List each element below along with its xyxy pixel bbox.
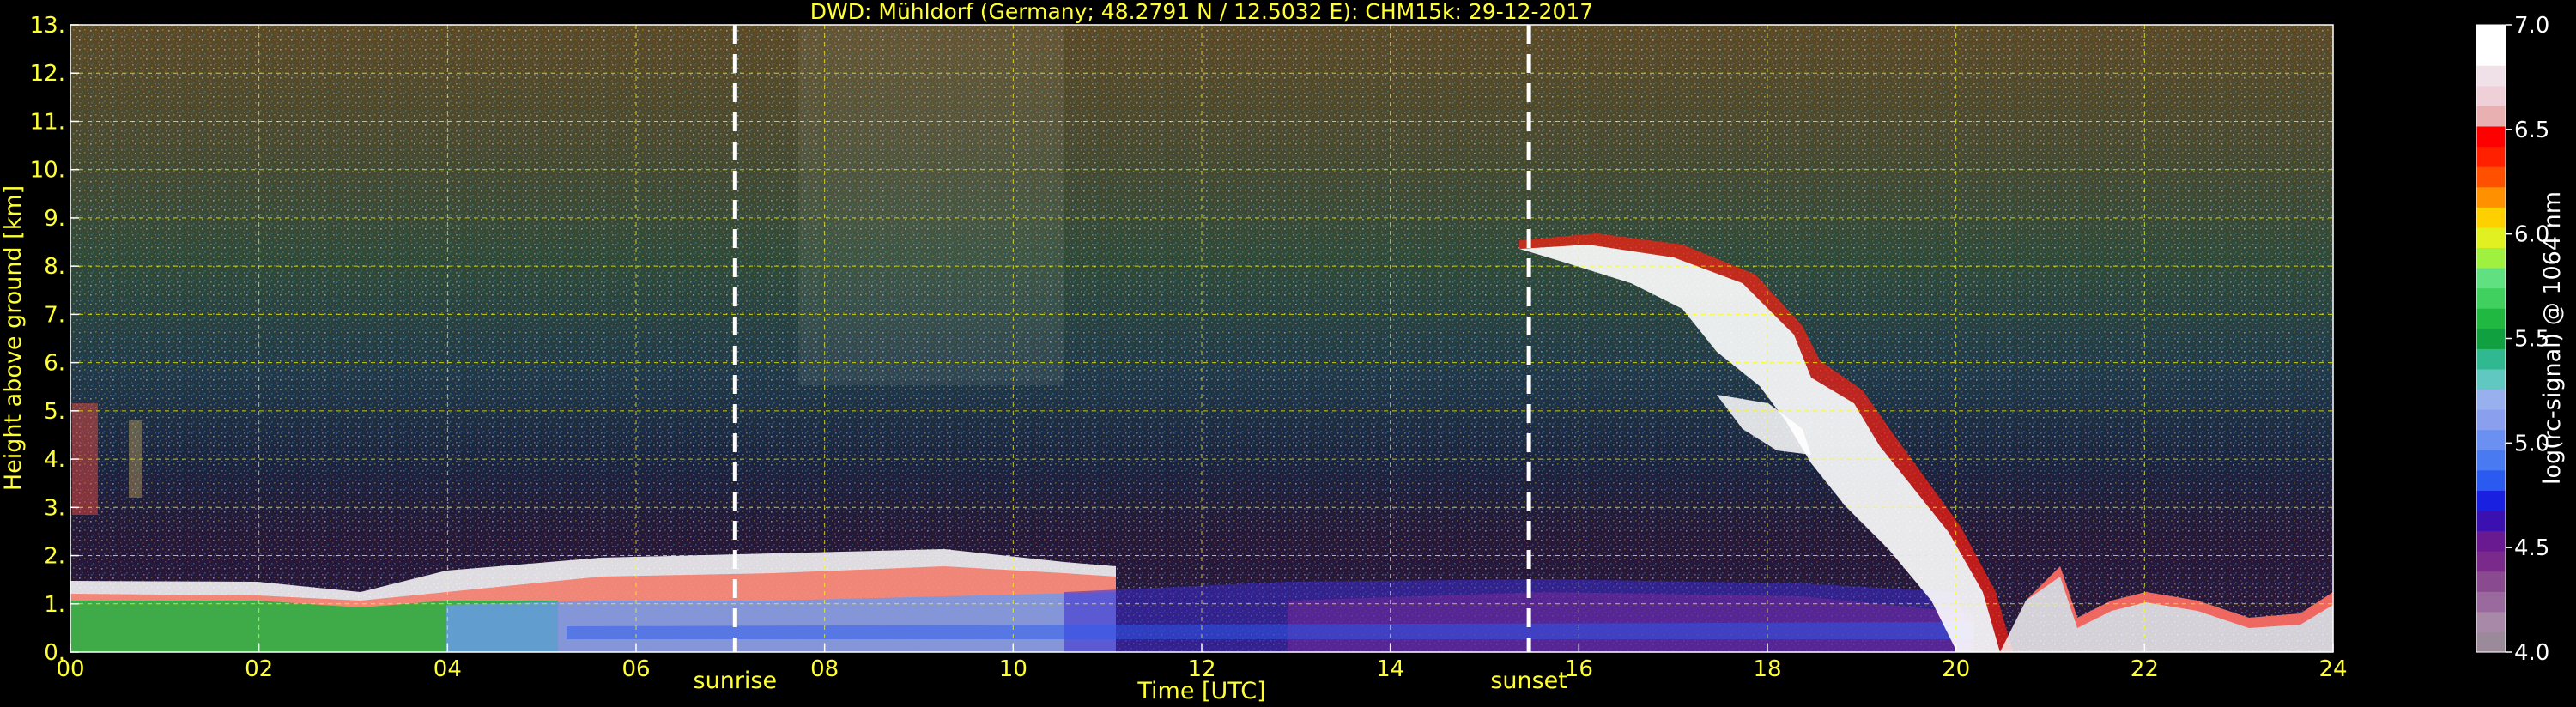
- chart-title: DWD: Mühldorf (Germany; 48.2791 N / 12.5…: [810, 0, 1593, 24]
- colorbar-segment: [2476, 571, 2506, 592]
- y-tick-label: 11.: [30, 109, 65, 135]
- y-tick-label: 10.: [30, 158, 65, 184]
- colorbar-segment: [2476, 591, 2506, 613]
- colorbar-label: log(rc-signal) @ 1064 nm: [2539, 191, 2566, 485]
- y-tick-label: 9.: [44, 206, 65, 232]
- colorbar-segment: [2476, 368, 2506, 390]
- colorbar-segment: [2476, 227, 2506, 248]
- colorbar-segment: [2476, 287, 2506, 309]
- y-tick-label: 3.: [44, 495, 65, 521]
- x-tick-label: 08: [810, 656, 839, 682]
- y-tick-label: 4.: [44, 447, 65, 473]
- colorbar-segment: [2476, 125, 2506, 148]
- colorbar-tick-label: 7.0: [2514, 13, 2549, 39]
- colorbar-segment: [2476, 469, 2506, 491]
- colorbar-segment: [2476, 510, 2506, 532]
- colorbar-segment: [2476, 409, 2506, 431]
- x-tick-label: 20: [1942, 656, 1970, 682]
- y-tick-label: 1.: [44, 592, 65, 618]
- colorbar-segment: [2476, 247, 2506, 269]
- colorbar-segment: [2476, 146, 2506, 167]
- x-tick-label: 16: [1565, 656, 1593, 682]
- x-tick-label: 10: [999, 656, 1027, 682]
- colorbar-segment: [2476, 186, 2506, 208]
- y-axis-label: Height above ground [km]: [0, 185, 27, 491]
- colorbar-segment: [2476, 611, 2506, 633]
- colorbar-segment: [2476, 530, 2506, 552]
- sunset-label: sunset: [1490, 668, 1567, 694]
- colorbar-tick-label: 4.0: [2514, 640, 2549, 666]
- x-axis-label: Time [UTC]: [1136, 678, 1265, 704]
- x-tick-label: 22: [2131, 656, 2159, 682]
- colorbar-segment: [2476, 207, 2506, 228]
- colorbar-segment: [2476, 450, 2506, 471]
- x-tick-label: 06: [621, 656, 650, 682]
- x-tick-label: 18: [1753, 656, 1781, 682]
- colorbar-segment: [2476, 631, 2506, 653]
- x-tick-label: 24: [2318, 656, 2347, 682]
- y-tick-label: 0.: [44, 640, 65, 666]
- colorbar-segment: [2476, 551, 2506, 572]
- colorbar-segment: [2476, 429, 2506, 450]
- y-tick-label: 6.: [44, 351, 65, 377]
- sunrise-label: sunrise: [694, 668, 778, 694]
- colorbar-tick-label: 4.5: [2514, 535, 2549, 561]
- colorbar-tick-label: 6.5: [2514, 118, 2549, 143]
- colorbar-segment: [2476, 85, 2506, 106]
- x-tick-label: 04: [433, 656, 462, 682]
- colorbar-segment: [2476, 308, 2506, 329]
- colorbar-segment: [2476, 25, 2506, 46]
- colorbar: [2476, 25, 2506, 653]
- y-tick-label: 2.: [44, 544, 65, 570]
- y-tick-label: 12.: [30, 61, 65, 87]
- x-tick-label: 14: [1376, 656, 1404, 682]
- x-tick-label: 02: [245, 656, 273, 682]
- colorbar-segment: [2476, 490, 2506, 511]
- y-tick-label: 13.: [30, 13, 65, 39]
- colorbar-segment: [2476, 65, 2506, 87]
- y-tick-label: 8.: [44, 254, 65, 280]
- colorbar-segment: [2476, 348, 2506, 370]
- y-tick-label: 7.: [44, 302, 65, 328]
- colorbar-segment: [2476, 328, 2506, 349]
- colorbar-segment: [2476, 106, 2506, 127]
- colorbar-segment: [2476, 389, 2506, 410]
- colorbar-segment: [2476, 267, 2506, 289]
- y-tick-label: 5.: [44, 399, 65, 425]
- colorbar-segment: [2476, 166, 2506, 188]
- colorbar-segment: [2476, 45, 2506, 66]
- ceilometer-chart: 00 02 04 06 08 10 12 14 16 18 20 22 24 0.1.2.3.4.5.6…: [0, 0, 2566, 704]
